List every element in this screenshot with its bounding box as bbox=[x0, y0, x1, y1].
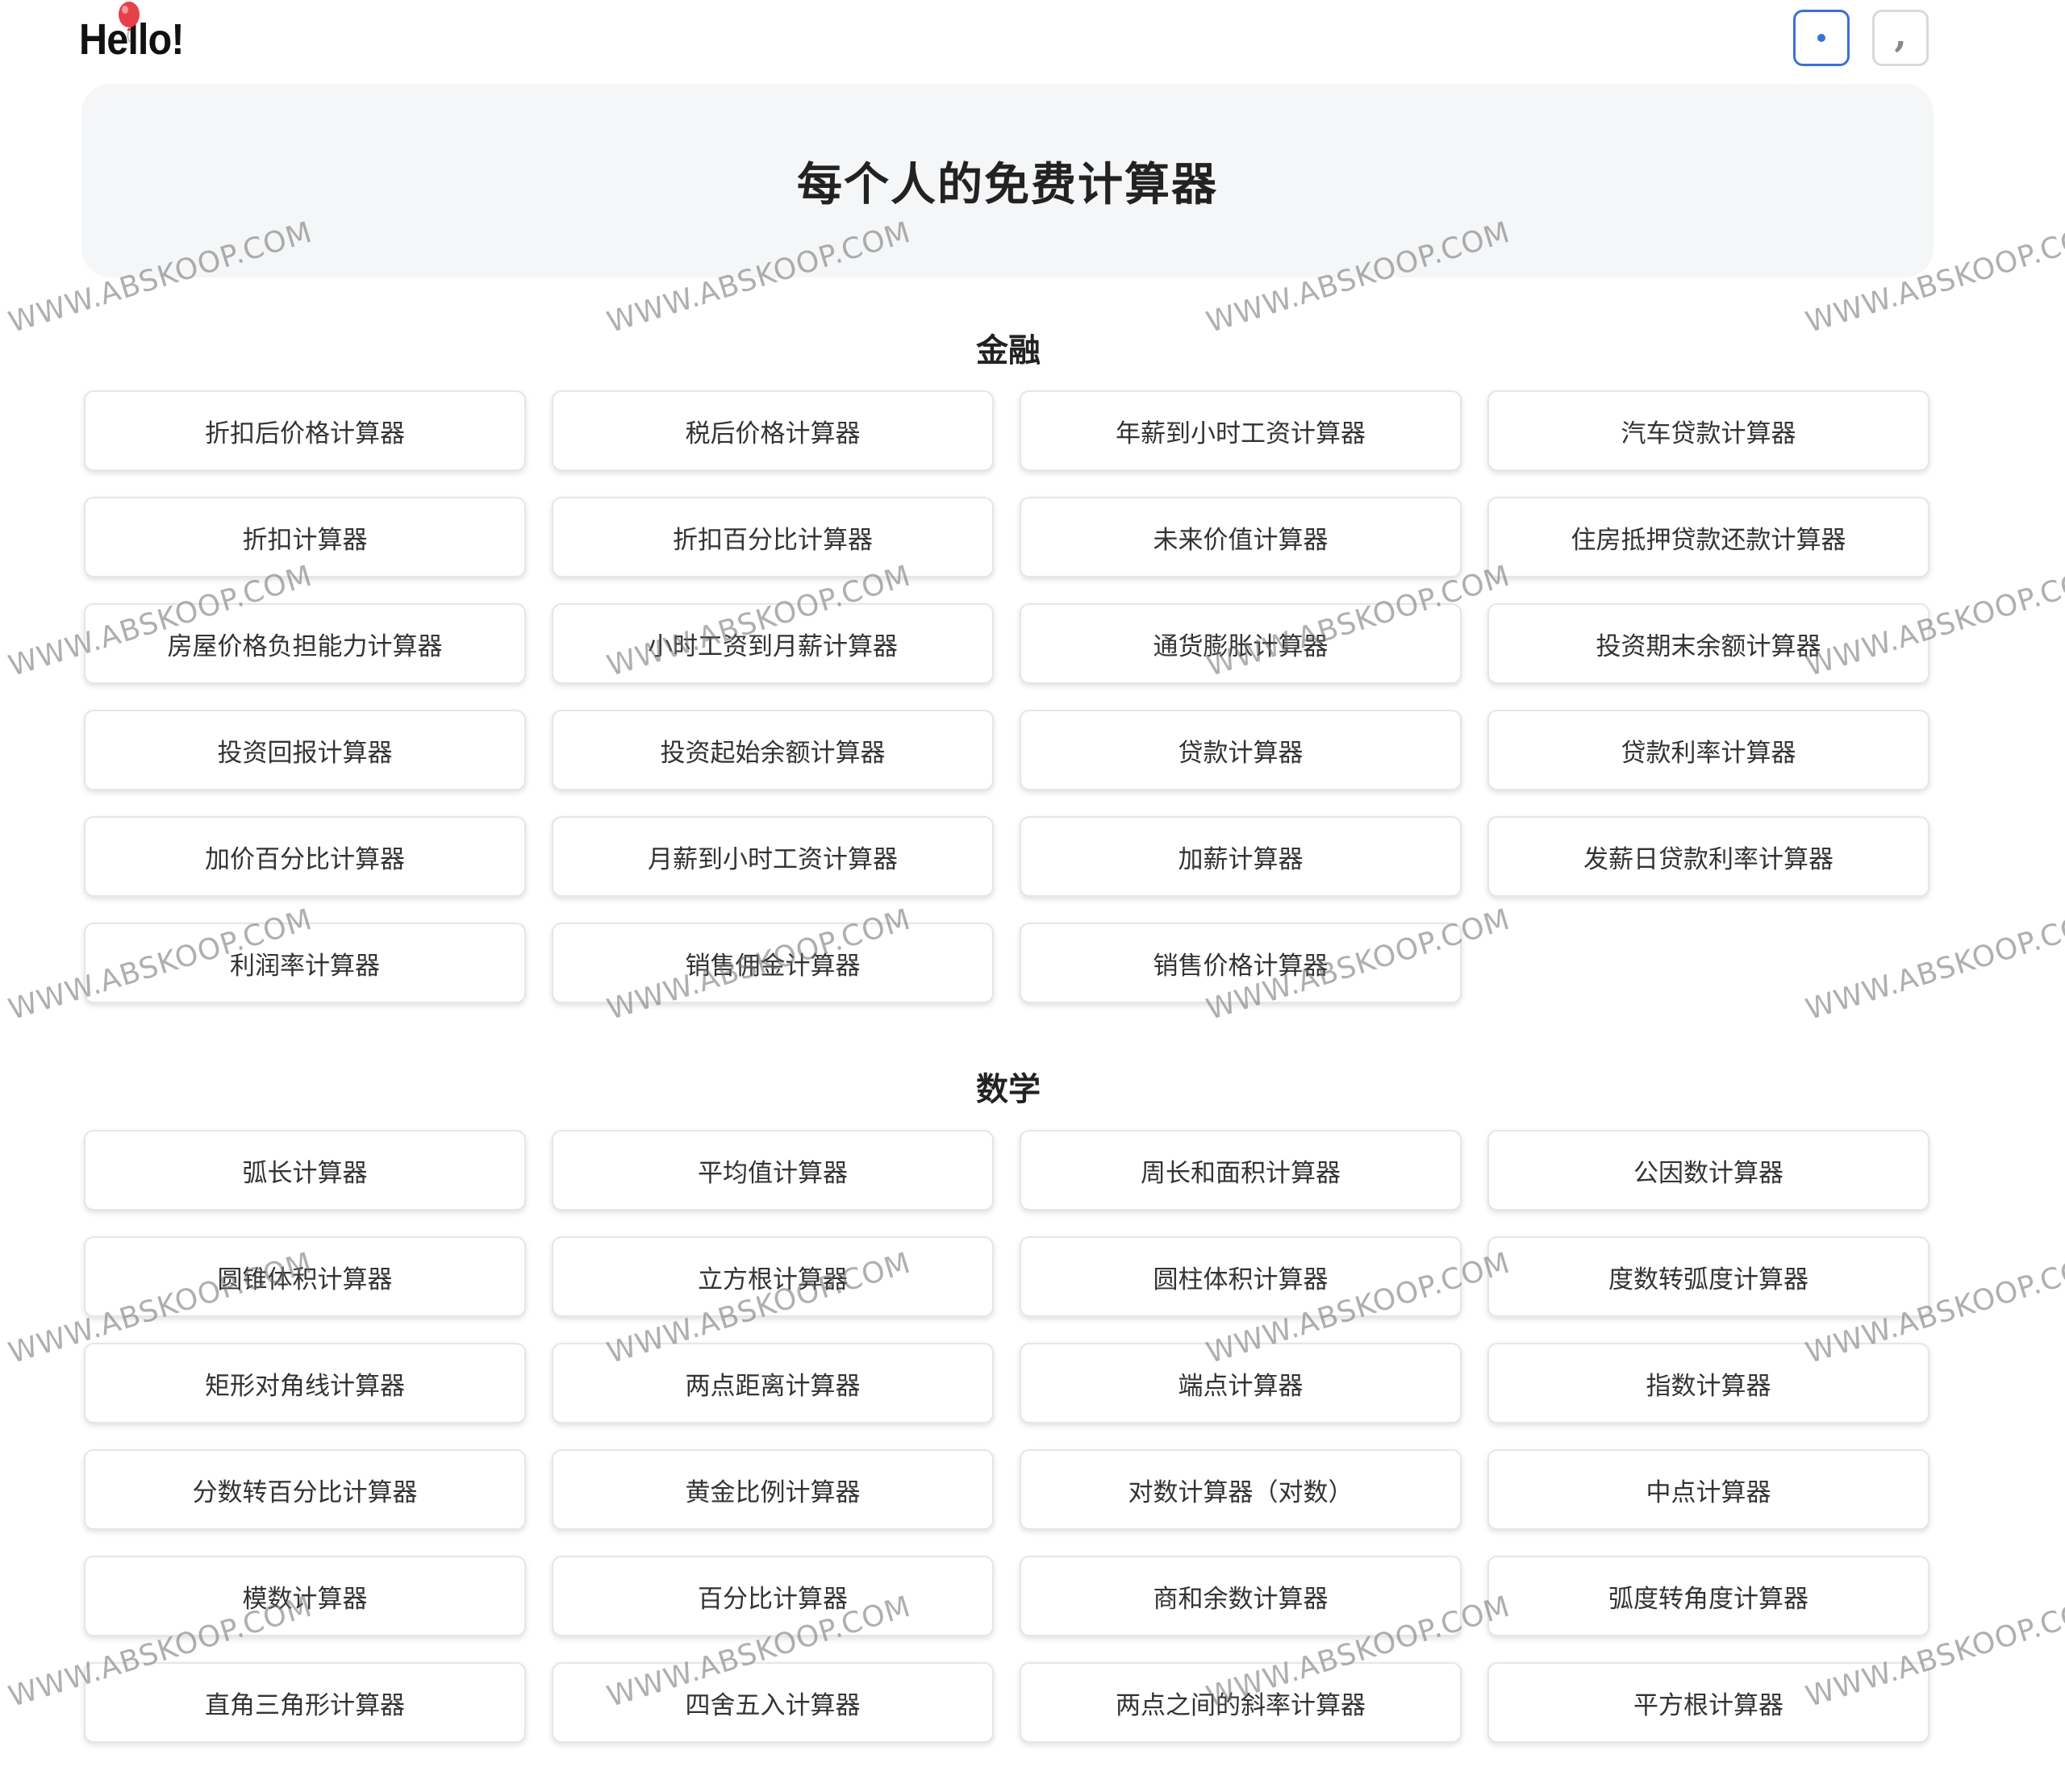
math-calculator-card[interactable]: 立方根计算器 bbox=[552, 1236, 994, 1317]
math-calculator-card[interactable]: 两点距离计算器 bbox=[552, 1343, 994, 1423]
math-calculator-card[interactable]: 百分比计算器 bbox=[552, 1556, 994, 1636]
section-title-finance: 金融 bbox=[976, 332, 1041, 369]
finance-calculator-grid: 折扣后价格计算器 税后价格计算器 年薪到小时工资计算器 汽车贷款计算器折扣计算器 折扣百… bbox=[84, 390, 1931, 1003]
math-calculator-card[interactable]: 公因数计算器 bbox=[1487, 1130, 1929, 1211]
math-calculator-card[interactable]: 分数转百分比计算器 bbox=[84, 1449, 526, 1530]
finance-calculator-card[interactable]: 折扣后价格计算器 bbox=[84, 390, 526, 471]
comma-icon: , bbox=[1894, 14, 1907, 56]
finance-calculator-card[interactable]: 折扣百分比计算器 bbox=[552, 497, 994, 577]
math-calculator-card[interactable]: 直角三角形计算器 bbox=[84, 1662, 526, 1743]
finance-calculator-card[interactable]: 汽车贷款计算器 bbox=[1487, 390, 1929, 471]
finance-calculator-card[interactable]: 税后价格计算器 bbox=[552, 390, 994, 471]
math-calculator-card[interactable]: 黄金比例计算器 bbox=[552, 1449, 994, 1530]
finance-calculator-card[interactable]: 销售佣金计算器 bbox=[552, 923, 994, 1003]
math-calculator-grid: 弧长计算器 平均值计算器 周长和面积计算器 公因数计算器圆锥体积计算器 立方根计算器 圆柱… bbox=[84, 1130, 1931, 1743]
finance-calculator-card[interactable]: 加薪计算器 bbox=[1020, 816, 1462, 897]
hero-banner: 每个人的免费计算器 bbox=[81, 84, 1934, 277]
math-calculator-card[interactable]: 两点之间的斜率计算器 bbox=[1020, 1662, 1462, 1743]
finance-calculator-card[interactable]: 投资期末余额计算器 bbox=[1487, 603, 1929, 684]
math-calculator-card[interactable]: 平方根计算器 bbox=[1487, 1662, 1929, 1743]
math-calculator-card[interactable]: 弧长计算器 bbox=[84, 1130, 526, 1211]
math-calculator-card[interactable]: 圆锥体积计算器 bbox=[84, 1236, 526, 1317]
finance-calculator-card[interactable]: 未来价值计算器 bbox=[1020, 497, 1462, 577]
math-calculator-card[interactable]: 矩形对角线计算器 bbox=[84, 1343, 526, 1423]
balloon-icon bbox=[119, 2, 140, 44]
finance-calculator-card[interactable]: 住房抵押贷款还款计算器 bbox=[1487, 497, 1929, 577]
comma-button[interactable]: , bbox=[1872, 10, 1929, 66]
page-title: 每个人的免费计算器 bbox=[797, 158, 1218, 211]
math-calculator-card[interactable]: 弧度转角度计算器 bbox=[1487, 1556, 1929, 1636]
finance-calculator-card[interactable]: 房屋价格负担能力计算器 bbox=[84, 603, 526, 684]
section-title-math: 数学 bbox=[976, 1071, 1041, 1108]
math-calculator-card[interactable]: 商和余数计算器 bbox=[1020, 1556, 1462, 1636]
math-calculator-card[interactable]: 模数计算器 bbox=[84, 1556, 526, 1636]
finance-calculator-card[interactable]: 通货膨胀计算器 bbox=[1020, 603, 1462, 684]
math-calculator-card[interactable]: 圆柱体积计算器 bbox=[1020, 1236, 1462, 1317]
math-calculator-card[interactable]: 对数计算器（对数） bbox=[1020, 1449, 1462, 1530]
finance-calculator-card[interactable]: 利润率计算器 bbox=[84, 923, 526, 1003]
finance-calculator-card[interactable]: 投资回报计算器 bbox=[84, 710, 526, 790]
finance-calculator-card[interactable]: 贷款计算器 bbox=[1020, 710, 1462, 790]
math-calculator-card[interactable]: 四舍五入计算器 bbox=[552, 1662, 994, 1743]
math-calculator-card[interactable]: 端点计算器 bbox=[1020, 1343, 1462, 1423]
dot-button[interactable] bbox=[1793, 10, 1850, 66]
math-calculator-card[interactable]: 度数转弧度计算器 bbox=[1487, 1236, 1929, 1317]
finance-calculator-card[interactable]: 投资起始余额计算器 bbox=[552, 710, 994, 790]
finance-calculator-card[interactable]: 发薪日贷款利率计算器 bbox=[1487, 816, 1929, 897]
math-calculator-card[interactable]: 平均值计算器 bbox=[552, 1130, 994, 1211]
finance-calculator-card[interactable]: 贷款利率计算器 bbox=[1487, 710, 1929, 790]
finance-calculator-card[interactable]: 加价百分比计算器 bbox=[84, 816, 526, 897]
math-calculator-card[interactable]: 指数计算器 bbox=[1487, 1343, 1929, 1423]
finance-calculator-card[interactable]: 年薪到小时工资计算器 bbox=[1020, 390, 1462, 471]
math-calculator-card[interactable]: 中点计算器 bbox=[1487, 1449, 1929, 1530]
finance-calculator-card[interactable]: 小时工资到月薪计算器 bbox=[552, 603, 994, 684]
math-calculator-card[interactable]: 周长和面积计算器 bbox=[1020, 1130, 1462, 1211]
finance-calculator-card[interactable]: 月薪到小时工资计算器 bbox=[552, 816, 994, 897]
top-bar: Hello! , bbox=[0, 0, 2065, 81]
finance-calculator-card[interactable]: 销售价格计算器 bbox=[1020, 923, 1462, 1003]
dot-icon bbox=[1817, 34, 1825, 42]
finance-calculator-card[interactable]: 折扣计算器 bbox=[84, 497, 526, 577]
